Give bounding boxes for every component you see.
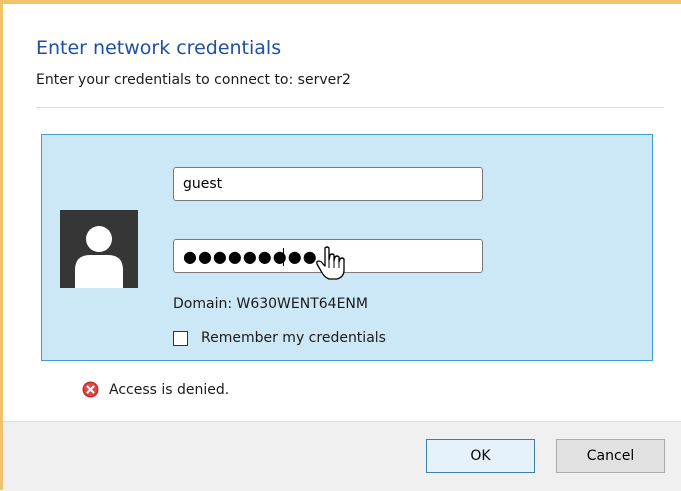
ok-button[interactable]: OK xyxy=(426,439,535,473)
dialog-title: Enter network credentials xyxy=(36,37,282,59)
username-input[interactable] xyxy=(173,167,483,201)
remember-checkbox[interactable] xyxy=(173,330,188,346)
credential-tile[interactable]: ●●●●●●●●● Domain: W630WENT64ENM Remember… xyxy=(41,134,653,361)
error-message: Access is denied. xyxy=(82,381,229,398)
hand-cursor-icon xyxy=(316,246,345,280)
error-text: Access is denied. xyxy=(109,381,230,398)
separator xyxy=(36,107,664,108)
domain-label: Domain: W630WENT64ENM xyxy=(173,296,368,312)
button-bar: OK Cancel xyxy=(3,421,681,491)
dialog-subtitle: Enter your credentials to connect to: se… xyxy=(36,72,351,88)
remember-credentials-option[interactable]: Remember my credentials xyxy=(173,330,386,346)
password-mask: ●●●●●●●●● xyxy=(183,246,318,266)
error-x-icon xyxy=(82,381,99,398)
remember-label: Remember my credentials xyxy=(201,330,386,346)
cancel-button[interactable]: Cancel xyxy=(556,439,665,473)
text-caret xyxy=(283,248,284,266)
user-avatar-icon xyxy=(60,210,138,288)
